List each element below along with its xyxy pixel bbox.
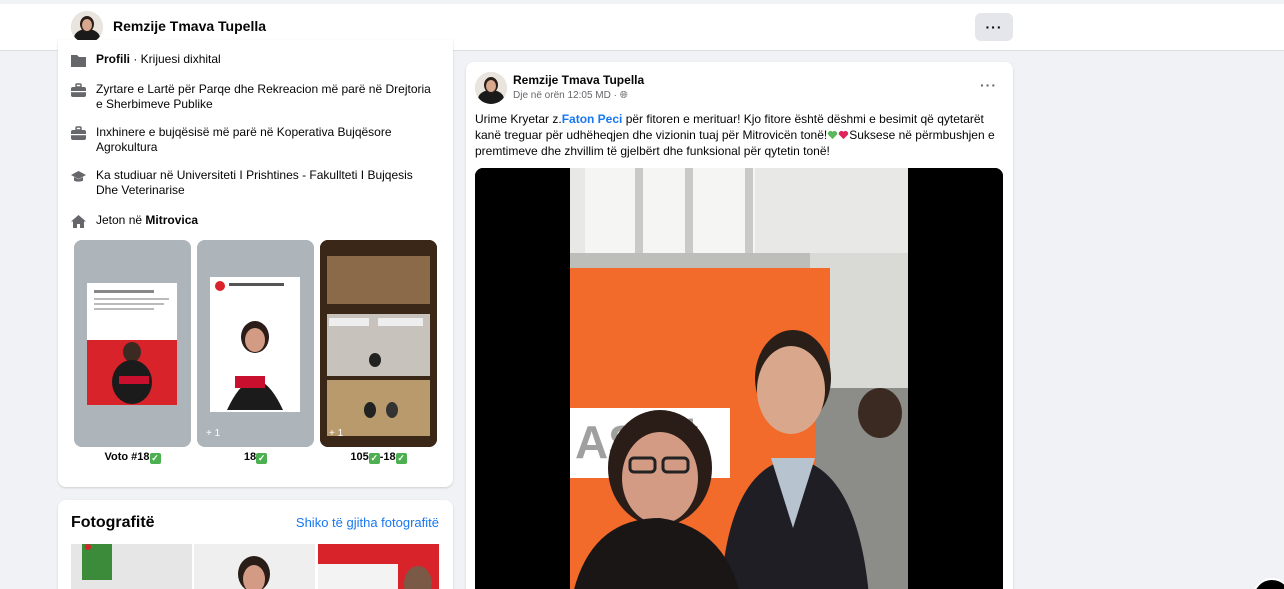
post-more-button[interactable]: ··· — [980, 77, 997, 93]
intro-item-work-2: Inxhinere e bujqësisë më parë në Koperat… — [70, 125, 436, 155]
education-text: Ka studiuar në Universiteti I Prishtines… — [96, 168, 413, 197]
highlight-2-label: 18 ✓ — [243, 451, 268, 464]
graduation-cap-icon — [70, 169, 87, 184]
location-prefix: Jeton në — [96, 213, 146, 227]
work-text-2: Inxhinere e bujqësisë më parë në Koperat… — [96, 125, 392, 154]
globe-icon: 🌐︎ — [619, 90, 628, 101]
post-timestamp[interactable]: Dje në orën 12:05 MD · 🌐︎ — [513, 90, 628, 101]
highlight-1[interactable] — [74, 240, 191, 447]
highlight-1-label: Voto #18 ✓ — [104, 451, 161, 464]
highlight-2[interactable]: + 1 — [197, 240, 314, 447]
intro-item-education: Ka studiuar në Universiteti I Prishtines… — [70, 168, 436, 198]
profile-category: · Krijuesi dixhital — [130, 52, 221, 66]
post-card: Remzije Tmava Tupella Dje në orën 12:05 … — [466, 62, 1013, 589]
photo-thumb-2[interactable] — [194, 544, 315, 589]
highlight-2-count: + 1 — [206, 428, 221, 439]
profile-name[interactable]: Remzije Tmava Tupella — [113, 18, 266, 34]
intro-item-location: Jeton në Mitrovica — [70, 213, 436, 229]
green-heart-icon — [827, 128, 838, 142]
post-photo[interactable]: ASYË — [475, 168, 1003, 589]
flag-icon — [70, 53, 87, 68]
mention-link[interactable]: Faton Peci — [562, 112, 623, 126]
post-text: Urime Kryetar z.Faton Peci për fitoren e… — [475, 112, 995, 158]
briefcase-icon — [70, 83, 87, 98]
highlight-3[interactable]: + 1 — [320, 240, 437, 447]
highlight-3-label: 105 ✓ -18 ✓ — [350, 451, 407, 464]
briefcase-icon — [70, 126, 87, 141]
home-icon — [70, 214, 87, 229]
work-text-1: Zyrtare e Lartë për Parqe dhe Rekreacion… — [96, 82, 431, 111]
highlight-3-count: + 1 — [329, 428, 344, 439]
floating-action-button[interactable] — [1252, 578, 1284, 589]
red-heart-icon — [838, 128, 849, 142]
photos-title: Fotografitë — [71, 514, 155, 531]
see-all-photos-link[interactable]: Shiko të gjitha fotografitë — [296, 515, 439, 530]
photo-thumb-1[interactable] — [71, 544, 192, 589]
intro-item-work-1: Zyrtare e Lartë për Parqe dhe Rekreacion… — [70, 82, 436, 112]
post-author-avatar[interactable] — [475, 72, 507, 104]
location-city[interactable]: Mitrovica — [145, 213, 198, 227]
photos-card: Fotografitë Shiko të gjitha fotografitë — [58, 500, 453, 589]
photo-thumb-3[interactable] — [318, 544, 439, 589]
profile-type-label: Profili — [96, 52, 131, 66]
profile-avatar[interactable] — [71, 11, 103, 43]
story-highlights: Voto #18 ✓ + 1 18 ✓ + 1 105 ✓ -18 ✓ — [74, 240, 437, 470]
intro-card: Profili · Krijuesi dixhital Zyrtare e La… — [58, 40, 453, 487]
intro-item-profile: Profili · Krijuesi dixhital — [70, 52, 436, 68]
post-author-name[interactable]: Remzije Tmava Tupella — [513, 73, 644, 87]
more-options-button[interactable]: ··· — [975, 13, 1013, 41]
